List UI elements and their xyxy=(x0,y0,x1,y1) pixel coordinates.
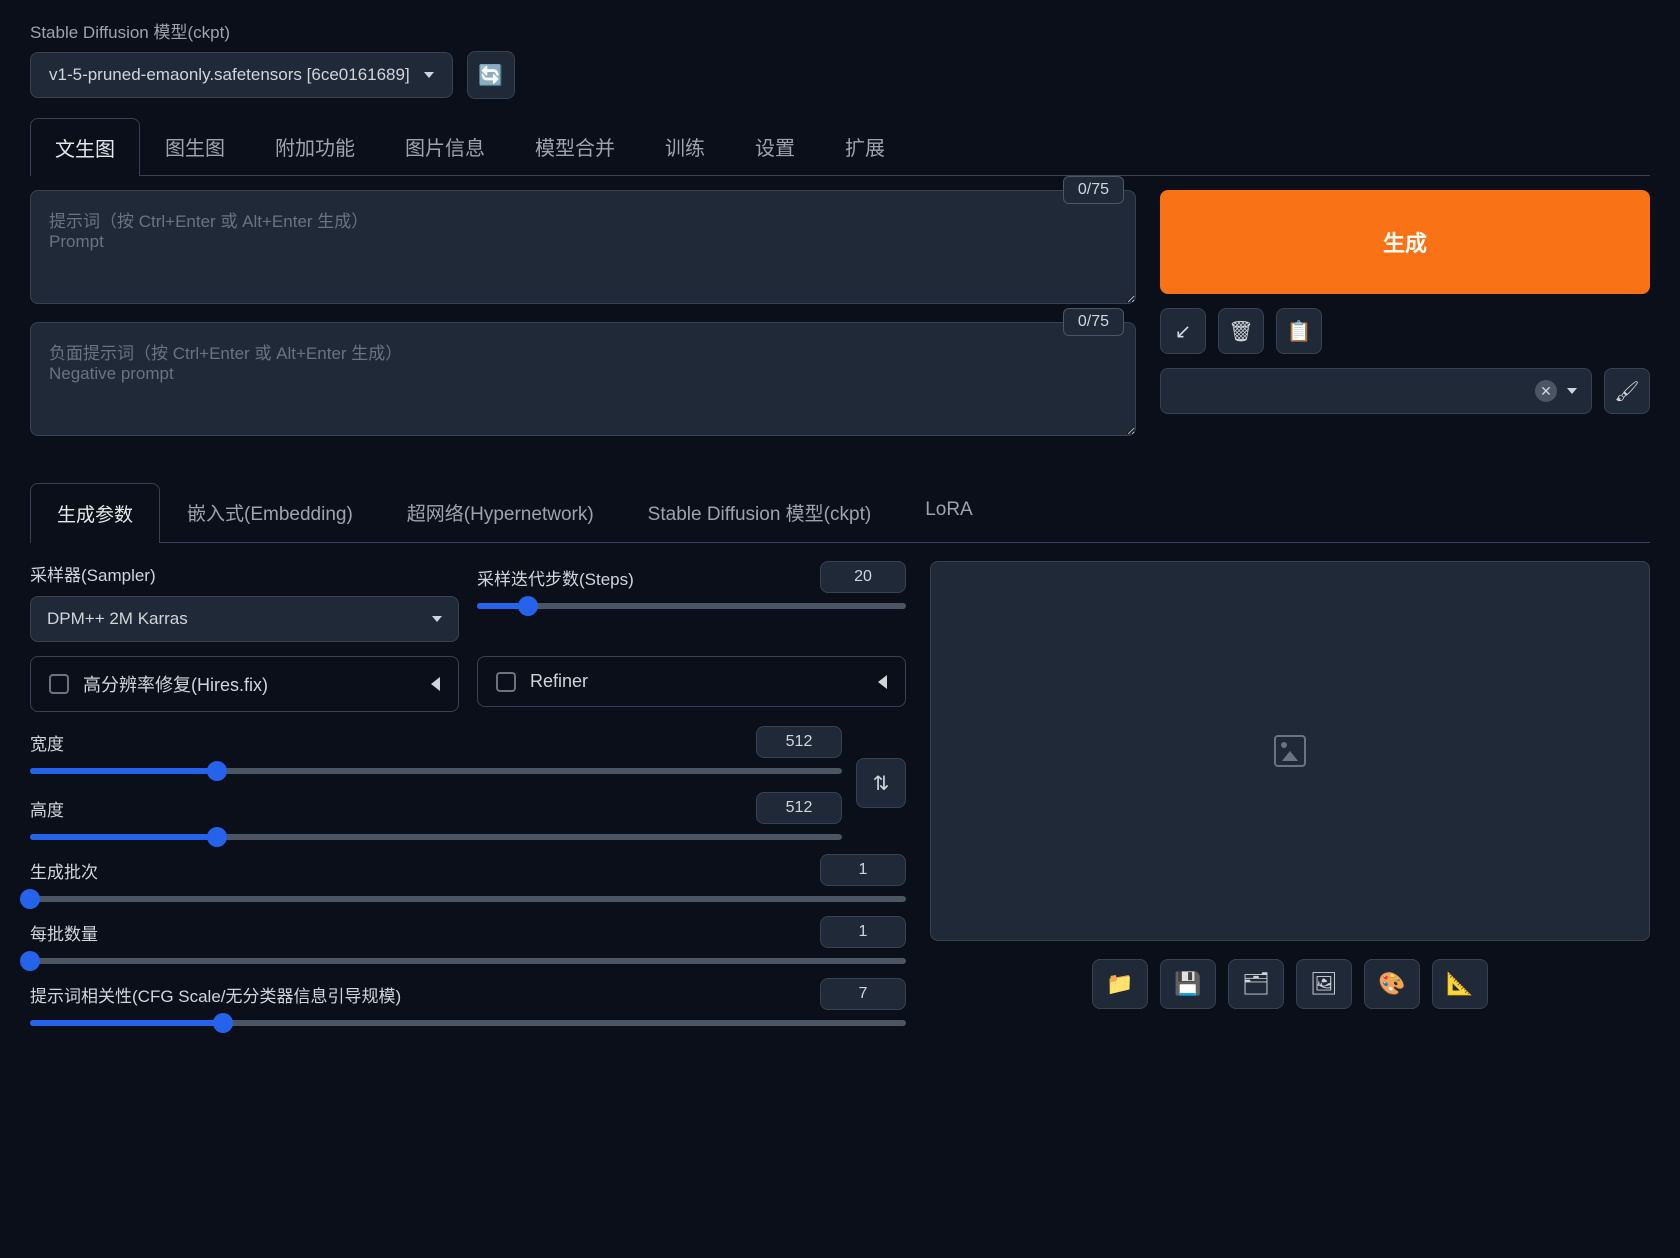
brush-icon: 🖌 xyxy=(1614,379,1639,404)
zip-icon: 🗂 xyxy=(1242,971,1270,997)
steps-slider[interactable] xyxy=(477,603,906,609)
generate-button[interactable]: 生成 xyxy=(1160,190,1650,294)
subtab-hypernetwork[interactable]: 超网络(Hypernetwork) xyxy=(380,482,621,542)
send-image-button[interactable]: 🖼 xyxy=(1296,959,1352,1009)
send-extras-button[interactable]: 📐 xyxy=(1432,959,1488,1009)
height-value[interactable]: 512 xyxy=(756,792,842,824)
edit-styles-button[interactable]: 🖌 xyxy=(1604,368,1650,414)
styles-select[interactable]: ✕ xyxy=(1160,368,1592,414)
swap-icon: ⇅ xyxy=(873,771,890,796)
swap-dimensions-button[interactable]: ⇅ xyxy=(856,758,906,808)
steps-value[interactable]: 20 xyxy=(820,561,906,593)
main-tabs: 文生图 图生图 附加功能 图片信息 模型合并 训练 设置 扩展 xyxy=(30,117,1650,176)
prompt-token-counter: 0/75 xyxy=(1063,176,1124,204)
read-last-params-button[interactable]: ↙ xyxy=(1160,308,1206,354)
caret-down-icon xyxy=(424,72,434,78)
steps-label: 采样迭代步数(Steps) xyxy=(477,565,634,590)
batch-count-value[interactable]: 1 xyxy=(820,854,906,886)
model-selected-value: v1-5-pruned-emaonly.safetensors [6ce0161… xyxy=(49,65,410,85)
image-placeholder-icon xyxy=(1274,735,1306,767)
batch-size-label: 每批数量 xyxy=(30,920,98,945)
sampler-label: 采样器(Sampler) xyxy=(30,561,459,586)
palette-icon: 🎨 xyxy=(1378,971,1405,997)
subtab-lora[interactable]: LoRA xyxy=(898,482,1000,542)
subtab-embedding[interactable]: 嵌入式(Embedding) xyxy=(160,482,380,542)
refresh-models-button[interactable]: 🔄 xyxy=(467,51,515,99)
tab-extensions[interactable]: 扩展 xyxy=(820,117,910,175)
refresh-icon: 🔄 xyxy=(478,63,503,88)
image-icon: 🖼 xyxy=(1310,971,1338,997)
cfg-label: 提示词相关性(CFG Scale/无分类器信息引导规模) xyxy=(30,982,401,1007)
batch-count-slider[interactable] xyxy=(30,896,906,902)
prompt-input[interactable] xyxy=(30,190,1136,304)
negative-prompt-input[interactable] xyxy=(30,322,1136,436)
ruler-icon: 📐 xyxy=(1446,971,1473,997)
triangle-left-icon xyxy=(431,677,440,691)
tab-settings[interactable]: 设置 xyxy=(730,117,820,175)
generation-subtabs: 生成参数 嵌入式(Embedding) 超网络(Hypernetwork) St… xyxy=(30,482,1650,543)
refiner-label: Refiner xyxy=(530,671,588,692)
tab-extras[interactable]: 附加功能 xyxy=(250,117,380,175)
hires-fix-label: 高分辨率修复(Hires.fix) xyxy=(83,671,268,697)
tab-txt2img[interactable]: 文生图 xyxy=(30,118,140,176)
model-checkpoint-select[interactable]: v1-5-pruned-emaonly.safetensors [6ce0161… xyxy=(30,52,453,98)
clipboard-button[interactable]: 📋 xyxy=(1276,308,1322,354)
tab-img2img[interactable]: 图生图 xyxy=(140,117,250,175)
tab-png-info[interactable]: 图片信息 xyxy=(380,117,510,175)
zip-button[interactable]: 🗂 xyxy=(1228,959,1284,1009)
tab-checkpoint-merger[interactable]: 模型合并 xyxy=(510,117,640,175)
width-value[interactable]: 512 xyxy=(756,726,842,758)
height-label: 高度 xyxy=(30,796,64,821)
batch-count-label: 生成批次 xyxy=(30,858,98,883)
caret-down-icon xyxy=(432,616,442,622)
cfg-slider[interactable] xyxy=(30,1020,906,1026)
hires-fix-checkbox[interactable] xyxy=(49,674,69,694)
clear-styles-icon[interactable]: ✕ xyxy=(1535,380,1557,402)
subtab-checkpoint[interactable]: Stable Diffusion 模型(ckpt) xyxy=(621,482,899,542)
save-button[interactable]: 💾 xyxy=(1160,959,1216,1009)
refiner-checkbox[interactable] xyxy=(496,672,516,692)
cfg-value[interactable]: 7 xyxy=(820,978,906,1010)
trash-icon: 🗑 xyxy=(1228,319,1253,344)
width-slider[interactable] xyxy=(30,768,842,774)
batch-size-value[interactable]: 1 xyxy=(820,916,906,948)
height-slider[interactable] xyxy=(30,834,842,840)
open-folder-button[interactable]: 📁 xyxy=(1092,959,1148,1009)
refiner-accordion[interactable]: Refiner xyxy=(477,656,906,707)
model-label: Stable Diffusion 模型(ckpt) xyxy=(30,18,1650,43)
width-label: 宽度 xyxy=(30,730,64,755)
arrow-in-icon: ↙ xyxy=(1175,319,1192,344)
negative-prompt-token-counter: 0/75 xyxy=(1063,308,1124,336)
clear-prompt-button[interactable]: 🗑 xyxy=(1218,308,1264,354)
output-preview xyxy=(930,561,1650,941)
send-inpaint-button[interactable]: 🎨 xyxy=(1364,959,1420,1009)
save-icon: 💾 xyxy=(1174,971,1201,997)
tab-train[interactable]: 训练 xyxy=(640,117,730,175)
hires-fix-accordion[interactable]: 高分辨率修复(Hires.fix) xyxy=(30,656,459,712)
result-toolbar: 📁 💾 🗂 🖼 🎨 📐 xyxy=(930,959,1650,1009)
clipboard-icon: 📋 xyxy=(1287,319,1312,344)
batch-size-slider[interactable] xyxy=(30,958,906,964)
triangle-left-icon xyxy=(878,675,887,689)
sampler-select[interactable]: DPM++ 2M Karras xyxy=(30,596,459,642)
sampler-selected: DPM++ 2M Karras xyxy=(47,609,188,629)
subtab-generation[interactable]: 生成参数 xyxy=(30,483,160,543)
caret-down-icon xyxy=(1567,388,1577,394)
folder-icon: 📁 xyxy=(1106,971,1133,997)
